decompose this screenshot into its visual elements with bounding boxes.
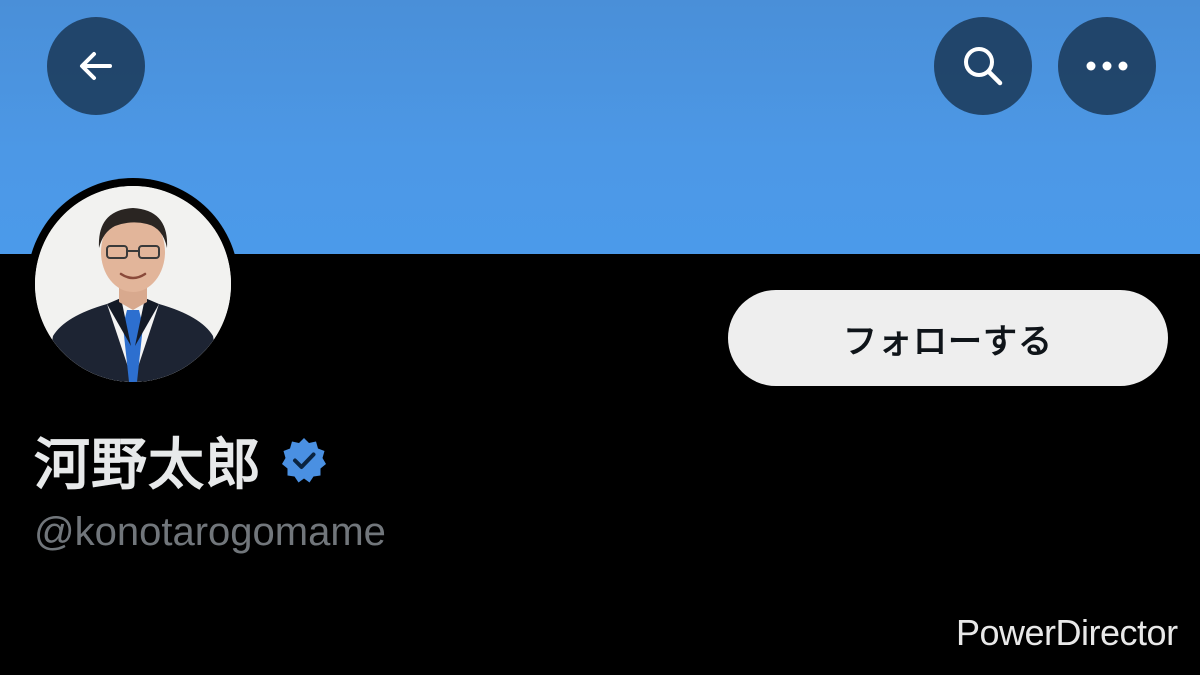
user-handle: @konotarogomame — [34, 510, 386, 554]
display-name: 河野太郎 — [34, 432, 262, 498]
search-icon — [959, 42, 1007, 90]
name-row: 河野太郎 — [34, 425, 328, 498]
verified-badge-icon — [282, 438, 326, 483]
back-button[interactable] — [47, 17, 145, 115]
profile-screen: フォローする 河野太郎 @konotarogomame PowerDirecto… — [0, 0, 1200, 675]
follow-button[interactable]: フォローする — [728, 290, 1168, 386]
arrow-left-icon — [74, 44, 118, 88]
search-button[interactable] — [934, 17, 1032, 115]
more-horizontal-icon — [1083, 58, 1131, 74]
avatar — [35, 186, 231, 382]
avatar-container[interactable] — [27, 178, 239, 390]
more-options-button[interactable] — [1058, 17, 1156, 115]
watermark-text: PowerDirector — [956, 612, 1178, 653]
